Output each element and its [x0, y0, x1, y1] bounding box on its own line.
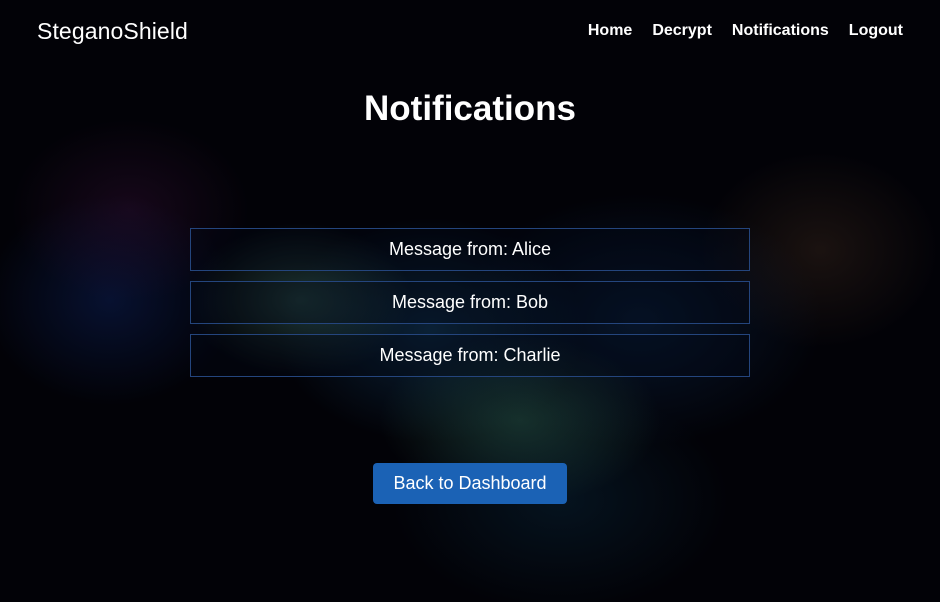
page-title: Notifications — [364, 89, 576, 128]
back-to-dashboard-button[interactable]: Back to Dashboard — [373, 463, 567, 504]
notification-item-bob[interactable]: Message from: Bob — [190, 281, 750, 324]
nav-link-logout[interactable]: Logout — [849, 22, 903, 40]
notification-item-alice[interactable]: Message from: Alice — [190, 228, 750, 271]
nav-links: Home Decrypt Notifications Logout — [588, 22, 903, 40]
nav-link-notifications[interactable]: Notifications — [732, 22, 829, 40]
brand-logo[interactable]: SteganoShield — [37, 18, 188, 45]
navbar: SteganoShield Home Decrypt Notifications… — [0, 0, 940, 64]
notification-list: Message from: Alice Message from: Bob Me… — [190, 228, 750, 387]
nav-link-decrypt[interactable]: Decrypt — [652, 22, 712, 40]
notification-item-charlie[interactable]: Message from: Charlie — [190, 334, 750, 377]
nav-link-home[interactable]: Home — [588, 22, 632, 40]
